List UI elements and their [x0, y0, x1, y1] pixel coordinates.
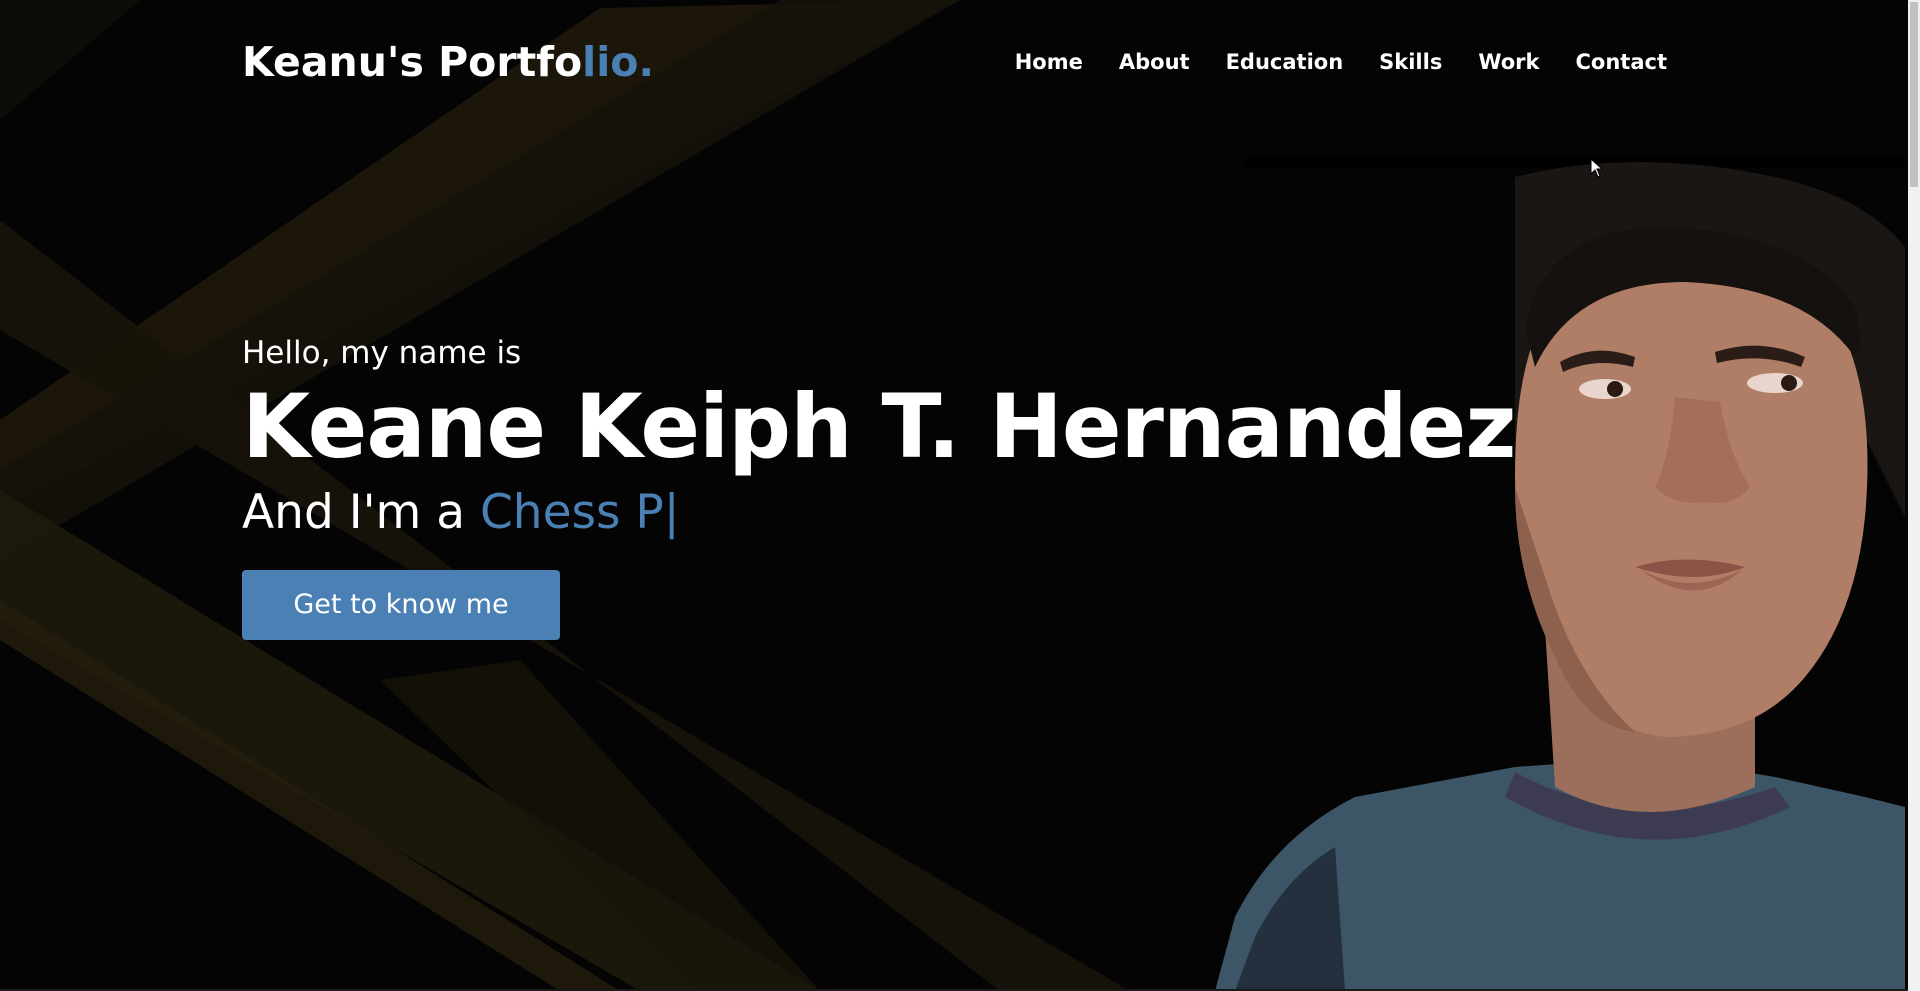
nav-link-home[interactable]: Home: [1015, 50, 1083, 74]
portrait-photo: [1215, 157, 1905, 991]
nav-link-work[interactable]: Work: [1478, 50, 1539, 74]
typing-caret: |: [663, 485, 680, 540]
nav-link-contact[interactable]: Contact: [1576, 50, 1668, 74]
vertical-scrollbar[interactable]: [1908, 0, 1920, 991]
logo-main-text: Keanu's Portfo: [242, 38, 583, 86]
nav-link-about[interactable]: About: [1119, 50, 1190, 74]
nav-link-skills[interactable]: Skills: [1379, 50, 1442, 74]
site-logo[interactable]: Keanu's Portfolio.: [242, 38, 654, 86]
mouse-pointer-icon: [1590, 158, 1604, 178]
portfolio-page: Keanu's Portfolio. Home About Education …: [0, 0, 1920, 991]
get-to-know-me-button[interactable]: Get to know me: [242, 570, 560, 640]
scrollbar-thumb[interactable]: [1910, 2, 1918, 187]
nav-menu: Home About Education Skills Work Contact: [979, 50, 1667, 74]
logo-accent-text: lio.: [582, 38, 655, 86]
hero-role-prefix: And I'm a: [242, 485, 480, 540]
nav-link-education[interactable]: Education: [1226, 50, 1344, 74]
hero-role-typed: Chess P: [479, 485, 664, 540]
top-navbar: Keanu's Portfolio. Home About Education …: [0, 0, 1902, 128]
